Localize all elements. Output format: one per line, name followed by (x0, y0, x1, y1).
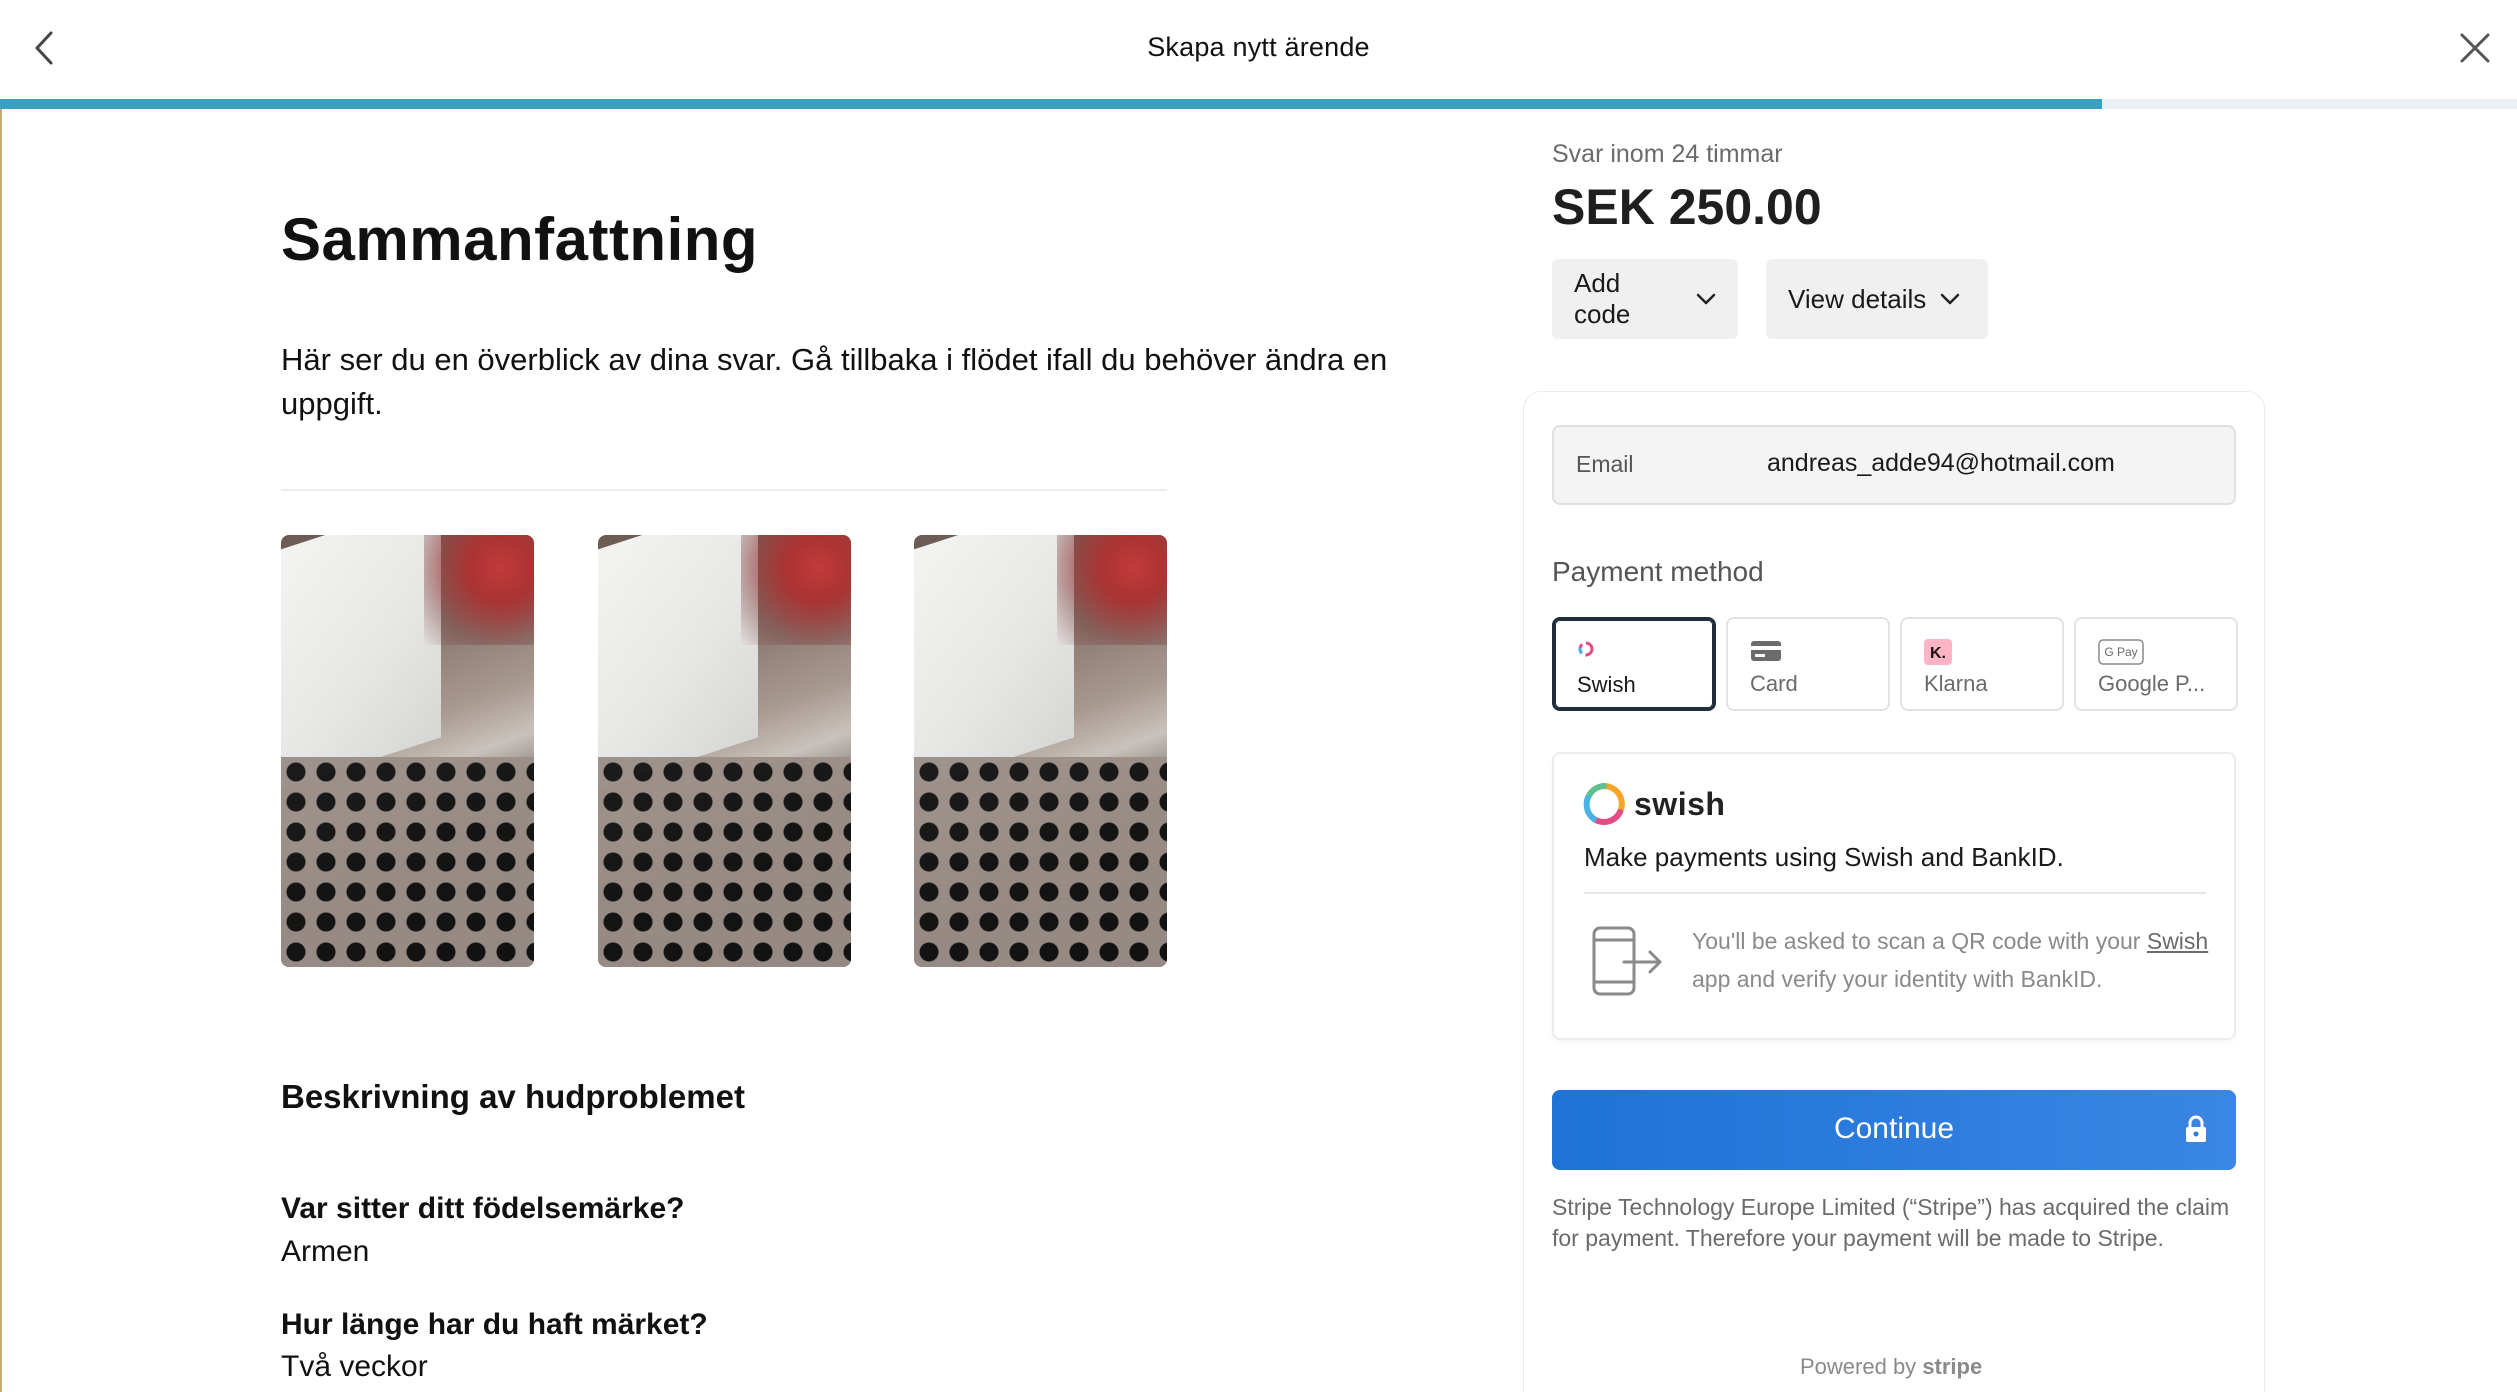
swish-logo: swish (1582, 782, 1725, 826)
klarna-icon: K. (1924, 639, 1952, 670)
divider (1584, 892, 2206, 894)
question-label: Hur länge har du haft märket? (281, 1308, 708, 1341)
answer-value: Två veckor (281, 1350, 428, 1383)
credit-card-icon (1750, 639, 1782, 668)
email-value[interactable]: andreas_adde94@hotmail.com (1767, 449, 2115, 478)
price: SEK 250.00 (1552, 179, 1822, 235)
payment-method-label: Payment method (1552, 556, 1764, 587)
progress-fill (0, 99, 2102, 109)
question-label: Var sitter ditt födelsemärke? (281, 1192, 685, 1225)
swish-icon (1583, 783, 1625, 825)
google-pay-icon: G Pay (2098, 639, 2144, 670)
swish-brand: swish (1634, 785, 1726, 822)
chevron-down-icon (1940, 293, 1960, 305)
top-bar: Skapa nytt ärende (0, 0, 2517, 100)
powered-by-stripe[interactable]: Powered by stripe (1800, 1354, 1982, 1380)
uploaded-photo[interactable] (281, 535, 534, 967)
payment-method-klarna[interactable]: K. Klarna (1900, 617, 2064, 711)
swish-app-link[interactable]: Swish (2147, 928, 2208, 954)
window-edge (0, 0, 2, 1392)
view-details-button[interactable]: View details (1766, 259, 1988, 339)
summary-title: Sammanfattning (281, 206, 759, 273)
swish-info-panel: swish Make payments using Swish and Bank… (1552, 752, 2236, 1040)
payment-method-label: Card (1750, 671, 1798, 696)
lock-icon (2184, 1114, 2208, 1149)
payment-method-label: Swish (1577, 672, 1636, 697)
device-redirect-icon (1590, 924, 1666, 1005)
swish-icon (1577, 640, 1595, 663)
email-field[interactable]: Email andreas_adde94@hotmail.com (1552, 425, 2236, 505)
summary-text: Här ser du en överblick av dina svar. Gå… (281, 342, 1388, 421)
payment-method-label: Klarna (1924, 671, 1988, 696)
progress-bar (0, 99, 2517, 109)
divider (281, 489, 1167, 491)
legal-notice: Stripe Technology Europe Limited (“Strip… (1552, 1194, 2230, 1251)
payment-method-google-pay[interactable]: G Pay Google P... (2074, 617, 2238, 711)
answer-value: Armen (281, 1235, 370, 1268)
payment-method-swish[interactable]: Swish (1552, 617, 1716, 711)
svg-text:K.: K. (1930, 645, 1946, 662)
close-button[interactable] (2455, 28, 2495, 68)
uploaded-photo[interactable] (598, 535, 851, 967)
continue-label: Continue (1833, 1112, 1955, 1145)
view-details-label: View details (1788, 283, 1927, 314)
response-time: Svar inom 24 timmar (1552, 140, 1783, 168)
add-code-button[interactable]: Add code (1552, 259, 1738, 339)
stripe-brand: stripe (1922, 1354, 1983, 1379)
close-icon (2460, 33, 2490, 63)
swish-instructions: You'll be asked to scan a QR code with y… (1692, 928, 2209, 992)
uploaded-photo[interactable] (914, 535, 1167, 967)
payment-method-label: Google P... (2098, 671, 2206, 696)
svg-text:G Pay: G Pay (2104, 645, 2137, 659)
continue-button[interactable]: Continue (1552, 1090, 2236, 1170)
chevron-down-icon (1696, 293, 1716, 305)
description-section-title: Beskrivning av hudproblemet (281, 1078, 745, 1115)
add-code-label: Add code (1574, 268, 1631, 329)
payment-method-card[interactable]: Card (1726, 617, 1890, 711)
email-label: Email (1576, 451, 1634, 477)
page-title: Skapa nytt ärende (1147, 32, 1370, 62)
swish-description: Make payments using Swish and BankID. (1584, 842, 2064, 872)
